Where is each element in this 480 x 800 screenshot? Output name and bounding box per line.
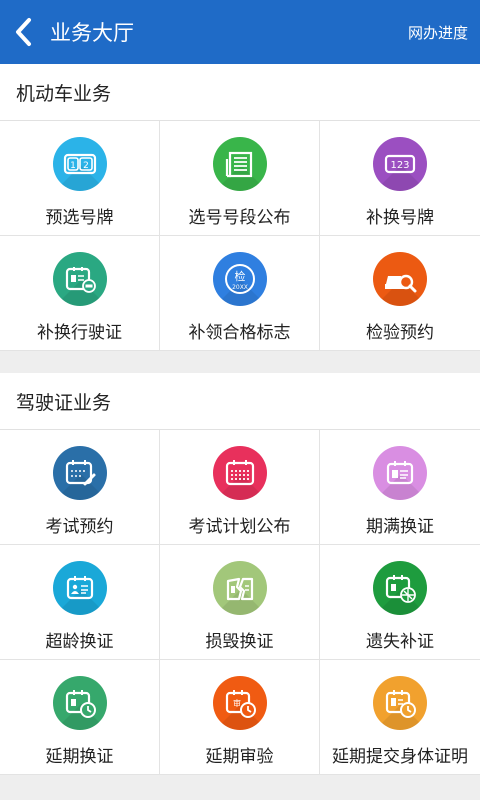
audit-clock-icon: 审 bbox=[212, 676, 267, 730]
service-label: 补领合格标志 bbox=[188, 323, 291, 343]
service-number-range[interactable]: 选号号段公布 bbox=[160, 121, 320, 236]
plate-123-icon: 123 bbox=[373, 137, 427, 191]
service-reissue-inspection-mark[interactable]: 检 20XX 补领合格标志 bbox=[160, 236, 320, 351]
svg-text:2: 2 bbox=[83, 161, 89, 171]
page-title: 业务大厅 bbox=[50, 21, 134, 45]
service-lost-reissue[interactable]: 遗失补证 bbox=[320, 545, 480, 660]
calendar-edit-icon bbox=[52, 446, 107, 500]
service-damaged-renewal[interactable]: 损毁换证 bbox=[160, 545, 320, 660]
service-preselect-plate[interactable]: 12 预选号牌 bbox=[0, 121, 160, 236]
service-label: 考试预约 bbox=[45, 517, 114, 537]
chevron-left-icon bbox=[16, 18, 31, 46]
service-deferred-medical-proof[interactable]: 延期提交身体证明 bbox=[320, 660, 480, 775]
service-label: 期满换证 bbox=[366, 517, 434, 537]
id-card-age-icon bbox=[52, 561, 107, 615]
back-button[interactable] bbox=[0, 0, 48, 64]
online-progress-link[interactable]: 网办进度 bbox=[408, 22, 468, 43]
inspection-sticker-icon: 检 20XX bbox=[212, 252, 267, 306]
service-expiry-renewal[interactable]: 期满换证 bbox=[320, 430, 480, 545]
vehicle-license-icon bbox=[52, 252, 107, 306]
section-title: 驾驶证业务 bbox=[0, 373, 480, 430]
svg-text:审: 审 bbox=[233, 698, 241, 708]
driver-license-section: 驾驶证业务 考试预约 考试计划公布 期满换证 超龄换证 损毁换证 遗失补证 延期… bbox=[0, 373, 480, 775]
service-label: 延期换证 bbox=[45, 747, 114, 767]
service-label: 延期提交身体证明 bbox=[332, 747, 468, 767]
service-label: 预选号牌 bbox=[45, 208, 114, 228]
medical-clock-icon bbox=[373, 676, 427, 730]
svg-text:1: 1 bbox=[70, 161, 76, 171]
service-label: 损毁换证 bbox=[205, 632, 274, 652]
svg-text:检: 检 bbox=[234, 269, 245, 283]
service-replace-vehicle-license[interactable]: 补换行驶证 bbox=[0, 236, 160, 351]
service-replace-plate[interactable]: 123 补换号牌 bbox=[320, 121, 480, 236]
service-label: 延期审验 bbox=[205, 747, 274, 767]
service-deferred-audit[interactable]: 审 延期审验 bbox=[160, 660, 320, 775]
service-inspection-appointment[interactable]: 检验预约 bbox=[320, 236, 480, 351]
service-exam-appointment[interactable]: 考试预约 bbox=[0, 430, 160, 545]
top-bar: 业务大厅 网办进度 bbox=[0, 0, 480, 64]
car-search-icon bbox=[373, 252, 427, 306]
motor-vehicle-section: 机动车业务 12 预选号牌 选号号段公布 123 补换号牌 补换行驶证 检 20… bbox=[0, 64, 480, 351]
service-label: 超龄换证 bbox=[45, 632, 114, 652]
number-plate-icon: 12 bbox=[52, 137, 107, 191]
service-overage-renewal[interactable]: 超龄换证 bbox=[0, 545, 160, 660]
service-exam-plan[interactable]: 考试计划公布 bbox=[160, 430, 320, 545]
id-card-icon bbox=[373, 446, 427, 500]
service-label: 考试计划公布 bbox=[188, 517, 291, 537]
service-label: 补换行驶证 bbox=[37, 323, 122, 343]
lost-card-icon bbox=[373, 561, 427, 615]
service-grid: 考试预约 考试计划公布 期满换证 超龄换证 损毁换证 遗失补证 延期换证 审 延… bbox=[0, 430, 480, 775]
damaged-card-icon bbox=[212, 561, 267, 615]
card-clock-icon bbox=[52, 676, 107, 730]
service-label: 检验预约 bbox=[366, 323, 434, 343]
service-deferred-renewal[interactable]: 延期换证 bbox=[0, 660, 160, 775]
svg-text:123: 123 bbox=[390, 160, 409, 171]
section-title: 机动车业务 bbox=[0, 64, 480, 121]
service-label: 遗失补证 bbox=[366, 632, 434, 652]
newspaper-icon bbox=[212, 137, 267, 191]
calendar-icon bbox=[212, 446, 267, 500]
svg-text:20XX: 20XX bbox=[232, 284, 248, 291]
service-label: 选号号段公布 bbox=[188, 208, 291, 228]
service-grid: 12 预选号牌 选号号段公布 123 补换号牌 补换行驶证 检 20XX 补领合… bbox=[0, 121, 480, 351]
service-label: 补换号牌 bbox=[366, 208, 434, 228]
